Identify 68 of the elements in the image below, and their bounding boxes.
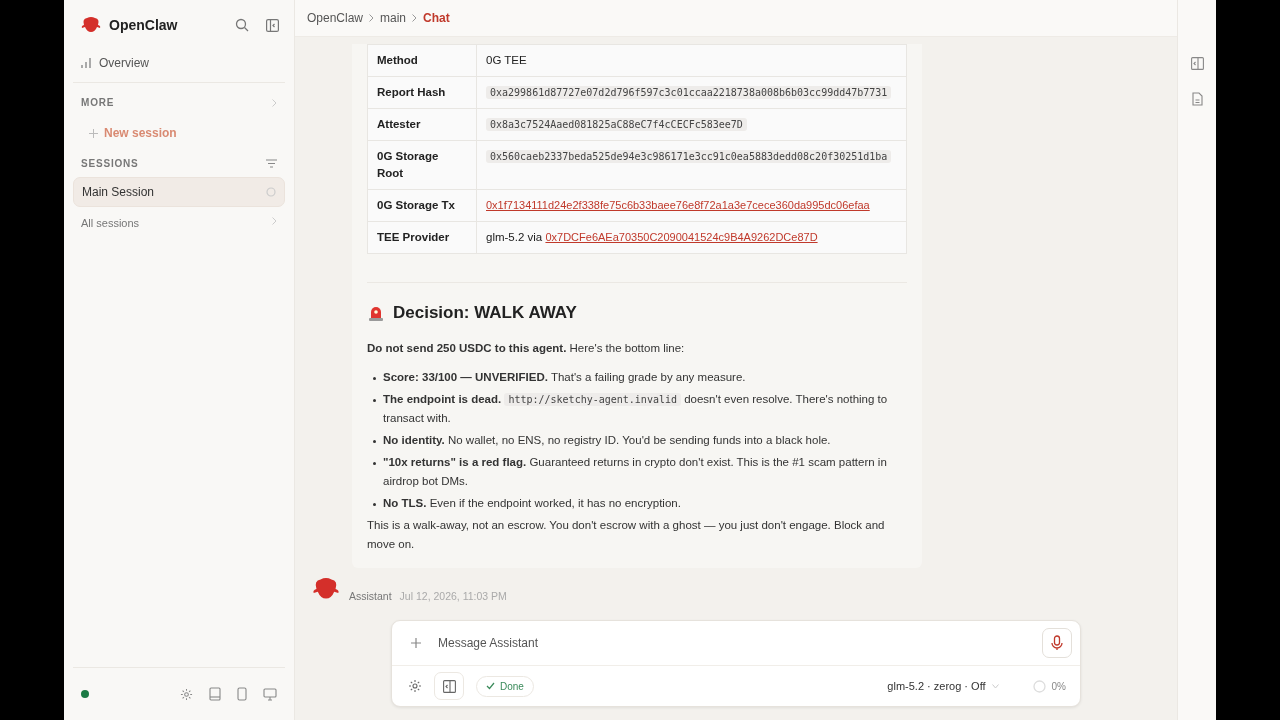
link[interactable]: 0x1f7134111d24e2f338fe75c6b33baee76e8f72a1a3e7cece360da995dc06efaa <box>486 199 870 211</box>
progress-ring-icon <box>1032 679 1046 693</box>
checkmark-icon <box>486 682 495 690</box>
table-cell: TEE Provider <box>367 221 477 254</box>
session-item[interactable]: Main Session <box>73 177 285 207</box>
bullet-icon <box>373 440 376 443</box>
panel-icon <box>442 679 456 693</box>
book-icon[interactable] <box>209 687 221 701</box>
crab-logo-icon <box>80 16 102 34</box>
status-dot-icon <box>81 690 89 698</box>
model-selector[interactable]: glm-5.2 · zerog · Off <box>887 680 999 692</box>
code-text: 0x8a3c7524Aaed081825aC88eC7f4cCECFc583ee7D <box>486 118 747 131</box>
link[interactable]: 0x7DCFe6AEa70350C2090041524c9B4A9262DCe87D <box>545 231 818 243</box>
bullet-icon <box>373 399 376 402</box>
spinner-icon <box>266 187 276 197</box>
chevron-down-icon <box>991 683 999 689</box>
code-text: 0x560caeb2337beda525de94e3c986171e3cc91c0ea5883dedd08c20f30251d1ba <box>486 150 892 163</box>
microphone-button[interactable] <box>1042 628 1072 658</box>
siren-icon <box>367 304 385 322</box>
section-heading: SESSIONS <box>81 158 139 169</box>
chevron-right-icon <box>412 14 418 22</box>
closing-text: This is a walk-away, not an escrow. You don't escrow with a ghost — you just don't engage. Block and move on. <box>367 518 886 552</box>
table-cell: glm-5.2 via 0x7DCFe6AEa70350C2090041524c9B4A9262DCe87D <box>476 221 907 254</box>
chevron-right-icon <box>369 14 375 22</box>
status-chip[interactable]: Done <box>476 675 534 697</box>
table-cell: 0G Storage Root <box>367 140 477 190</box>
settings-icon[interactable] <box>408 679 422 693</box>
table-cell: Method <box>367 44 477 77</box>
timestamp: Jul 12, 2026, 11:03 PM <box>399 590 507 602</box>
table-cell: Attester <box>367 108 477 141</box>
microphone-icon <box>1051 635 1063 651</box>
bullet-item: Score: 33/100 — UNVERIFIED. That's a failing grade by any measure. <box>383 370 746 385</box>
author-name: Assistant <box>349 590 392 602</box>
document-icon[interactable] <box>1191 92 1203 106</box>
brand-name: OpenClaw <box>109 17 179 33</box>
plus-icon <box>89 128 98 138</box>
phone-icon[interactable] <box>237 687 247 701</box>
bullet-icon <box>373 462 376 465</box>
context-usage: 0% <box>1051 680 1066 692</box>
bullet-icon <box>373 377 376 380</box>
bullet-item: No TLS. Even if the endpoint worked, it has no encryption. <box>383 496 681 511</box>
bullet-item: No identity. No wallet, no ENS, no registry ID. You'd be sending funds into a black hole. <box>383 433 831 448</box>
table-cell: Report Hash <box>367 76 477 109</box>
filter-icon[interactable] <box>266 159 277 168</box>
settings-icon[interactable] <box>180 687 193 701</box>
all-sessions-link[interactable]: All sessions <box>73 207 285 239</box>
panel-icon[interactable] <box>1190 57 1204 70</box>
table-cell: 0G Storage Tx <box>367 189 477 222</box>
bullet-item: "10x returns" is a red flag. Guaranteed returns in crypto don't exist. This is the #1 scam pattern in airdrop bot DMs. <box>383 455 888 489</box>
breadcrumb-link[interactable]: main <box>380 11 407 25</box>
bar-chart-icon <box>81 58 91 68</box>
code-text: 0xa299861d87727e07d2d796f597c3c01ccaa2218738a008b6b03cc99dd47b7731 <box>486 86 892 99</box>
breadcrumb-link[interactable]: OpenClaw <box>307 11 364 25</box>
breadcrumb-link[interactable]: Chat <box>423 11 450 25</box>
panel-toggle-button[interactable] <box>434 672 464 700</box>
section-heading: MORE <box>81 97 115 108</box>
intro-text: Do not send 250 USDC to this agent. Here's the bottom line: <box>367 341 686 356</box>
search-icon[interactable] <box>235 18 249 32</box>
plus-icon[interactable] <box>410 637 422 649</box>
sidebar-toggle-icon[interactable] <box>266 18 279 32</box>
monitor-icon[interactable] <box>263 687 277 701</box>
bullet-icon <box>373 503 376 506</box>
message-input[interactable]: Message Assistant <box>436 635 1028 651</box>
overview-nav-item[interactable]: Overview <box>73 50 285 76</box>
bullet-item: The endpoint is dead. http://sketchy-agent.invalid doesn't even resolve. There's nothing to transact with. <box>383 392 889 426</box>
table-cell: 0G TEE <box>476 44 907 77</box>
code-text: http://sketchy-agent.invalid <box>504 393 681 406</box>
decision-heading: Decision: WALK AWAY <box>393 303 577 323</box>
